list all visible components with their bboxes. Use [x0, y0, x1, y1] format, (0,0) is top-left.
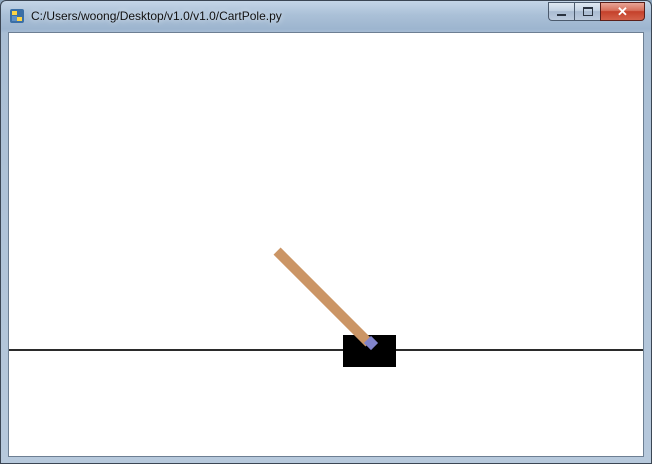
title-bar[interactable]: C:/Users/woong/Desktop/v1.0/v1.0/CartPol… — [1, 1, 651, 31]
minimize-button[interactable] — [548, 2, 574, 21]
window-controls: ✕ — [548, 2, 645, 22]
app-window: C:/Users/woong/Desktop/v1.0/v1.0/CartPol… — [0, 0, 652, 464]
maximize-button[interactable] — [574, 2, 600, 21]
pole — [273, 247, 373, 347]
close-icon: ✕ — [617, 3, 628, 19]
close-button[interactable]: ✕ — [600, 2, 645, 21]
track-line — [9, 349, 643, 351]
minimize-icon — [557, 13, 566, 16]
python-icon[interactable] — [9, 8, 25, 24]
render-canvas[interactable] — [8, 32, 644, 457]
maximize-icon — [582, 7, 593, 16]
window-title: C:/Users/woong/Desktop/v1.0/v1.0/CartPol… — [31, 9, 282, 23]
